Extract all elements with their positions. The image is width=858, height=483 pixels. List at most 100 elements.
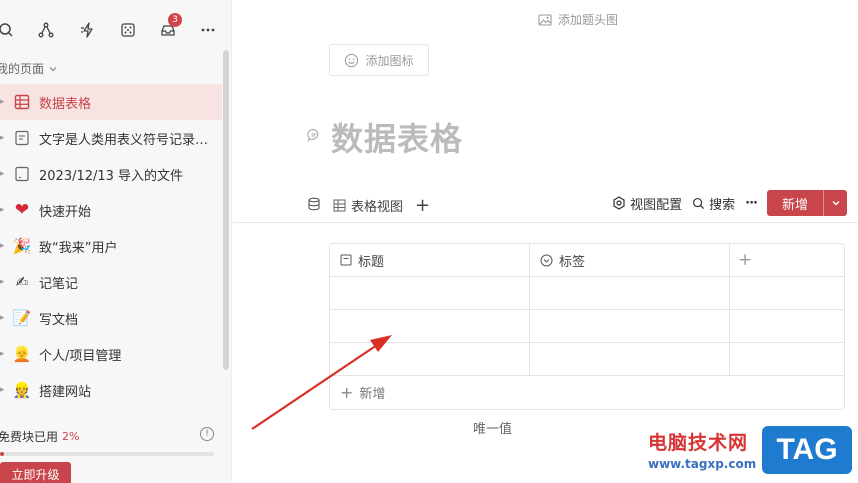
- column-header-tag[interactable]: 标签: [530, 244, 730, 276]
- toolbar-divider: [233, 222, 858, 223]
- table-row[interactable]: [330, 343, 844, 376]
- table-icon: [11, 91, 33, 113]
- my-pages-section[interactable]: 我的页面: [0, 60, 58, 77]
- watermark-url: www.tagxp.com: [648, 457, 757, 471]
- expand-caret-icon[interactable]: ▸: [0, 169, 7, 179]
- table-cell[interactable]: [730, 277, 844, 309]
- sidebar-scrollbar[interactable]: [223, 50, 229, 370]
- sidebar-item[interactable]: ▸ 👱 个人/项目管理: [0, 336, 222, 372]
- table-cell[interactable]: [530, 343, 730, 375]
- watermark-tag-logo: TAG: [762, 426, 852, 474]
- sidebar-item-label: 致“我来”用户: [39, 240, 118, 256]
- quota-progress-fill: [0, 452, 5, 456]
- quota-row: 免费块已用 2% !: [0, 427, 218, 445]
- view-config-label: 视图配置: [630, 197, 683, 213]
- inbox-icon[interactable]: 3: [154, 13, 182, 44]
- new-button[interactable]: 新增: [767, 190, 823, 216]
- notification-badge: 3: [168, 13, 182, 27]
- page-list: ▸ 数据表格 ▸ 文字是人类用表义符号记录表达信息以... ▸ 2023/12/13 导入…: [0, 84, 222, 408]
- smiley-icon: [345, 53, 359, 67]
- graph-icon[interactable]: [32, 16, 60, 44]
- sidebar-item[interactable]: ▸ 📝 写文档: [0, 300, 222, 336]
- section-title: 我的页面: [0, 62, 45, 76]
- sidebar-item-label: 2023/12/13 导入的文件: [39, 168, 184, 184]
- sidebar-item-label: 文字是人类用表义符号记录表达信息以...: [39, 132, 219, 148]
- sidebar-item[interactable]: ▸ 数据表格: [0, 84, 222, 120]
- party-icon: 🎉: [12, 237, 32, 255]
- data-table: 标题 标签 + + 新增: [329, 243, 845, 410]
- search-button[interactable]: 搜索: [692, 194, 735, 213]
- expand-caret-icon[interactable]: ▸: [0, 133, 7, 143]
- table-cell[interactable]: [730, 310, 844, 342]
- add-icon-button[interactable]: 添加图标: [329, 44, 429, 76]
- add-column-button[interactable]: +: [730, 244, 844, 276]
- add-row-button[interactable]: + 新增: [330, 376, 844, 409]
- lightning-icon[interactable]: [74, 16, 102, 44]
- table-cell[interactable]: [530, 277, 730, 309]
- add-view-button[interactable]: +: [415, 195, 430, 216]
- expand-caret-icon[interactable]: ▸: [0, 241, 7, 251]
- table-row[interactable]: [330, 277, 844, 310]
- expand-caret-icon[interactable]: ▸: [0, 97, 7, 107]
- sidebar-item[interactable]: ▸ 文字是人类用表义符号记录表达信息以...: [0, 120, 222, 156]
- table-cell[interactable]: [330, 277, 530, 309]
- expand-caret-icon[interactable]: ▸: [0, 349, 7, 359]
- column-label: 标签: [559, 254, 586, 270]
- table-header: 标题 标签 +: [330, 244, 844, 277]
- table-cell[interactable]: [730, 343, 844, 375]
- quota-label: 免费块已用: [0, 430, 59, 444]
- sidebar-item[interactable]: ▸ ❤ 快速开始: [0, 192, 222, 228]
- dice-icon[interactable]: [114, 16, 142, 44]
- table-row[interactable]: [330, 310, 844, 343]
- doc-icon: [11, 127, 33, 149]
- column-label: 标题: [358, 254, 385, 270]
- quota-progress-bar: [0, 452, 214, 456]
- sidebar-item[interactable]: ▸ 2023/12/13 导入的文件: [0, 156, 222, 192]
- more-icon[interactable]: [194, 16, 222, 44]
- sidebar-item-label: 记笔记: [39, 276, 79, 292]
- search-label: 搜索: [709, 197, 736, 213]
- more-options-button[interactable]: ···: [745, 196, 758, 211]
- search-icon[interactable]: [0, 16, 20, 44]
- text-field-icon: [340, 254, 352, 266]
- chevron-down-icon: [49, 66, 57, 71]
- grid-icon: [333, 199, 346, 212]
- page-icon: [11, 163, 33, 185]
- table-cell[interactable]: [530, 310, 730, 342]
- sidebar-item-label: 个人/项目管理: [39, 348, 122, 364]
- upgrade-button[interactable]: 立即升级: [0, 462, 71, 483]
- heart-icon: ❤: [14, 200, 30, 220]
- sidebar-toolbar: 3: [0, 13, 231, 44]
- database-icon[interactable]: [307, 197, 321, 215]
- person-icon: 👱: [12, 345, 32, 363]
- sidebar-item[interactable]: ▸ ✍ 记笔记: [0, 264, 222, 300]
- view-config-button[interactable]: 视图配置: [612, 194, 682, 213]
- sidebar-item-label: 快速开始: [39, 204, 92, 220]
- document-icon: 📝: [12, 309, 32, 327]
- watermark-site-name: 电脑技术网: [648, 432, 749, 454]
- select-field-icon: [540, 254, 553, 266]
- sidebar-item-label: 数据表格: [39, 96, 92, 112]
- info-icon[interactable]: !: [200, 427, 214, 441]
- table-cell[interactable]: [330, 310, 530, 342]
- sidebar-item[interactable]: ▸ 👷 搭建网站: [0, 372, 222, 408]
- view-toolbar: 表格视图 + 视图配置 搜索 ··· 新增: [307, 190, 847, 220]
- plus-icon: +: [340, 383, 354, 402]
- tab-table-view[interactable]: 表格视图: [333, 196, 403, 215]
- expand-caret-icon[interactable]: ▸: [0, 277, 7, 287]
- expand-caret-icon[interactable]: ▸: [0, 385, 7, 395]
- sidebar-item[interactable]: ▸ 🎉 致“我来”用户: [0, 228, 222, 264]
- expand-caret-icon[interactable]: ▸: [0, 205, 7, 215]
- search-icon: [693, 197, 705, 209]
- unique-value-label: 唯一值: [473, 422, 513, 437]
- add-cover-button[interactable]: 添加题头图: [538, 11, 618, 28]
- new-dropdown-button[interactable]: [823, 190, 847, 216]
- new-button-group: 新增: [767, 190, 847, 216]
- column-header-title[interactable]: 标题: [330, 244, 530, 276]
- table-cell[interactable]: [330, 343, 530, 375]
- page-title[interactable]: 数据表格: [331, 114, 463, 160]
- main-content: 添加题头图 添加图标 数据表格 表格视图 + 视图配置 搜索 ··· 新增 标题…: [233, 0, 858, 483]
- comment-icon[interactable]: [307, 127, 321, 146]
- expand-caret-icon[interactable]: ▸: [0, 313, 7, 323]
- table-body: [330, 277, 844, 376]
